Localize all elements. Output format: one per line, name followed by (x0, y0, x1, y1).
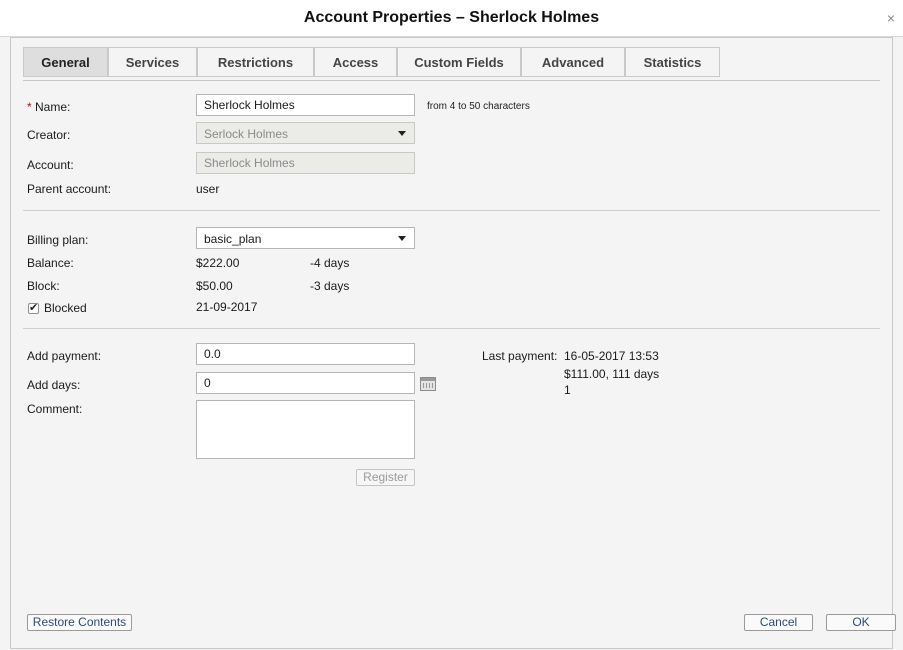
dialog-body: General Services Restrictions Access Cus… (10, 37, 896, 649)
calendar-icon-header (421, 378, 435, 381)
block-amount: $50.00 (196, 279, 233, 293)
block-days: -3 days (310, 279, 350, 293)
creator-label: Creator: (27, 128, 71, 142)
add-days-label: Add days: (27, 378, 81, 392)
blocked-date: 21-09-2017 (196, 300, 258, 314)
required-mark: * (27, 100, 32, 114)
account-input (196, 152, 415, 174)
section-divider (23, 210, 880, 211)
register-button[interactable]: Register (356, 469, 415, 486)
balance-amount: $222.00 (196, 256, 240, 270)
tab-access[interactable]: Access (314, 47, 397, 77)
calendar-icon[interactable] (420, 377, 436, 391)
blocked-checkbox[interactable]: ✔ (28, 302, 39, 314)
close-icon[interactable]: × (887, 11, 895, 25)
chevron-down-icon (398, 236, 406, 241)
blocked-label: Blocked (44, 301, 87, 315)
section-divider (23, 328, 880, 329)
comment-label: Comment: (27, 402, 83, 416)
ok-button[interactable]: OK (826, 614, 896, 631)
tab-underline (23, 80, 880, 81)
add-days-input[interactable] (196, 372, 415, 394)
name-label-text: Name: (35, 100, 71, 114)
check-icon: ✔ (29, 302, 39, 314)
balance-label: Balance: (27, 256, 74, 270)
last-payment-extra: 1 (564, 383, 571, 397)
comment-textarea[interactable] (196, 400, 415, 459)
account-properties-dialog: Account Properties – Sherlock Holmes × G… (0, 0, 903, 650)
add-payment-label: Add payment: (27, 349, 102, 363)
billing-plan-value: basic_plan (204, 232, 262, 246)
account-label: Account: (27, 158, 74, 172)
block-label: Block: (27, 279, 60, 293)
last-payment-label: Last payment: (482, 349, 558, 363)
balance-days: -4 days (310, 256, 350, 270)
tab-custom-fields[interactable]: Custom Fields (397, 47, 521, 77)
billing-plan-select[interactable]: basic_plan (196, 227, 415, 249)
parent-account-label: Parent account: (27, 182, 112, 196)
last-payment-amount-days: $111.00, 111 days (564, 367, 660, 381)
add-payment-input[interactable] (196, 343, 415, 365)
tab-general[interactable]: General (23, 47, 108, 77)
tab-services[interactable]: Services (108, 47, 197, 77)
chevron-down-icon (398, 131, 406, 136)
calendar-icon-grid (423, 383, 433, 388)
last-payment-datetime: 16-05-2017 13:53 (564, 349, 659, 363)
tab-statistics[interactable]: Statistics (625, 47, 720, 77)
restore-contents-button[interactable]: Restore Contents (27, 614, 132, 631)
billing-plan-label: Billing plan: (27, 233, 89, 247)
name-input[interactable] (196, 94, 415, 116)
tab-advanced[interactable]: Advanced (521, 47, 625, 77)
parent-account-value: user (196, 182, 220, 196)
name-hint: from 4 to 50 characters (427, 101, 530, 112)
creator-select: Serlock Holmes (196, 122, 415, 144)
name-label: * Name: (27, 100, 70, 114)
tab-restrictions[interactable]: Restrictions (197, 47, 314, 77)
creator-value: Serlock Holmes (204, 127, 289, 141)
dialog-title: Account Properties – Sherlock Holmes (303, 9, 600, 26)
cancel-button[interactable]: Cancel (744, 614, 813, 631)
dialog-titlebar: Account Properties – Sherlock Holmes × (0, 0, 903, 37)
